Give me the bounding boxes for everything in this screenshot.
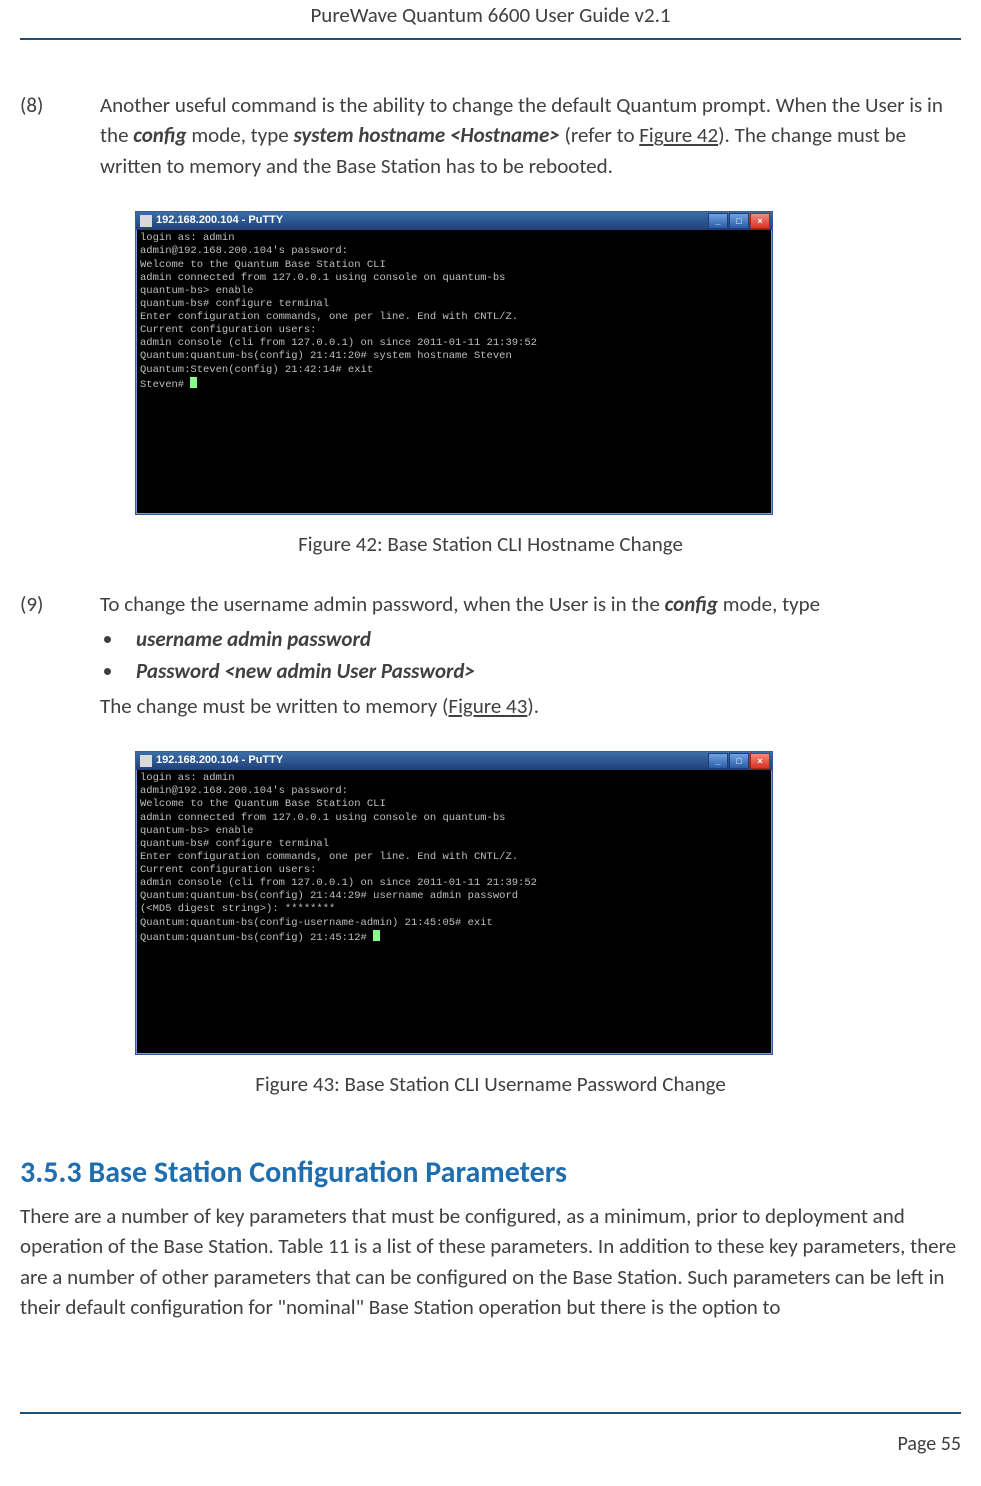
close-button[interactable]: ×	[750, 753, 770, 769]
putty-icon	[140, 215, 152, 227]
config-keyword: config	[665, 591, 718, 617]
figure-caption-42: Figure 42: Base Station CLI Hostname Cha…	[20, 529, 961, 559]
terminal-text: login as: admin admin@192.168.200.104's …	[140, 772, 537, 944]
maximize-button[interactable]: □	[729, 753, 749, 769]
bullet-item: username admin password	[124, 624, 961, 654]
text: ).	[527, 693, 539, 719]
text: mode, type	[718, 591, 820, 617]
figure-42: 192.168.200.104 - PuTTY _ □ × login as: …	[135, 211, 961, 515]
cursor-icon	[190, 377, 197, 388]
page-number: Page 55	[898, 1432, 961, 1456]
item-body: To change the username admin password, w…	[100, 589, 961, 721]
item-number: (9)	[20, 589, 100, 721]
page-content: (8) Another useful command is the abilit…	[20, 40, 961, 1322]
bullet-item: Password <new admin User Password>	[124, 656, 961, 686]
figure-link-43[interactable]: Figure 43	[448, 693, 527, 719]
window-title: 192.168.200.104 - PuTTY	[156, 753, 283, 769]
page-header: PureWave Quantum 6600 User Guide v2.1	[20, 0, 961, 40]
minimize-button[interactable]: _	[708, 753, 728, 769]
config-keyword: config	[133, 122, 186, 148]
item-number: (8)	[20, 90, 100, 181]
figure-43: 192.168.200.104 - PuTTY _ □ × login as: …	[135, 751, 961, 1055]
maximize-button[interactable]: □	[729, 213, 749, 229]
text: To change the username admin password, w…	[100, 591, 665, 617]
putty-icon	[140, 755, 152, 767]
figure-link-42[interactable]: Figure 42	[639, 122, 718, 148]
page-footer: Page 55	[20, 1412, 961, 1456]
list-item-8: (8) Another useful command is the abilit…	[20, 90, 961, 181]
cursor-icon	[373, 930, 380, 941]
list-item-9: (9) To change the username admin passwor…	[20, 589, 961, 721]
section-heading: 3.5.3 Base Station Configuration Paramet…	[20, 1151, 961, 1195]
terminal-output: login as: admin admin@192.168.200.104's …	[136, 770, 772, 1054]
command-text: username admin password	[136, 626, 371, 652]
item-body: Another useful command is the ability to…	[100, 90, 961, 181]
text: mode, type	[187, 122, 294, 148]
putty-window: 192.168.200.104 - PuTTY _ □ × login as: …	[135, 211, 773, 515]
text: The change must be written to memory (	[100, 693, 448, 719]
window-title: 192.168.200.104 - PuTTY	[156, 213, 283, 229]
command-text: Password <new admin User Password>	[136, 658, 475, 684]
figure-caption-43: Figure 43: Base Station CLI Username Pas…	[20, 1069, 961, 1099]
text: (refer to	[560, 122, 639, 148]
close-button[interactable]: ×	[750, 213, 770, 229]
putty-window: 192.168.200.104 - PuTTY _ □ × login as: …	[135, 751, 773, 1055]
bullet-list: username admin password Password <new ad…	[124, 624, 961, 687]
minimize-button[interactable]: _	[708, 213, 728, 229]
command-text: system hostname <Hostname>	[293, 122, 559, 148]
window-titlebar: 192.168.200.104 - PuTTY _ □ ×	[136, 212, 772, 230]
terminal-text: login as: admin admin@192.168.200.104's …	[140, 232, 537, 390]
terminal-output: login as: admin admin@192.168.200.104's …	[136, 230, 772, 514]
section-paragraph: There are a number of key parameters tha…	[20, 1201, 961, 1323]
window-titlebar: 192.168.200.104 - PuTTY _ □ ×	[136, 752, 772, 770]
